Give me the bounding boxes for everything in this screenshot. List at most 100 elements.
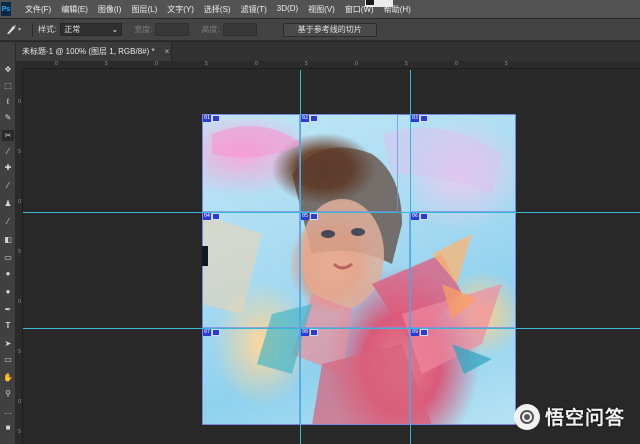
ruler-tick-label: 0 [355,61,358,67]
slice-number: 04 [203,213,212,220]
slice-image-icon [310,329,319,336]
ruler-tick-label: 5 [18,149,21,155]
eyedropper-tool-icon[interactable]: ⁄ [2,146,14,157]
slice-number: 06 [411,213,420,220]
quick-select-tool-icon[interactable]: ✎ [2,112,14,123]
slice-tag[interactable]: 03 [411,115,429,122]
document-canvas[interactable] [202,114,516,425]
menu-layer[interactable]: 图层(L) [126,4,162,15]
options-bar: ▾ 样式: 正常 ⌄ 宽度: 高度: 基于参考线的切片 [0,19,640,41]
slice-number: 09 [411,329,420,336]
photoshop-logo: Ps [1,2,11,16]
tool-preset-chevron-icon[interactable]: ▾ [18,26,21,33]
overlay-patch-dark [366,0,374,5]
menu-bar: Ps 文件(F) 编辑(E) 图像(I) 图层(L) 文字(Y) 选择(S) 滤… [0,0,640,18]
slice-image-icon [420,329,429,336]
ruler-tick-label: 5 [18,349,21,355]
style-value: 正常 [64,25,81,34]
canvas-edge-marker [202,246,208,266]
document-tab[interactable]: 未标题-1 @ 100% (图层 1, RGB/8#) * × [16,42,172,61]
blur-tool-icon[interactable]: ● [2,268,14,279]
type-tool-icon[interactable]: T [2,320,14,331]
slice-image-icon [212,329,221,336]
slice-number: 01 [203,115,212,122]
divider [32,22,34,37]
ruler-vertical: 0 5 0 5 0 5 0 5 [16,69,23,444]
menu-image[interactable]: 图像(I) [93,4,127,15]
history-brush-icon[interactable]: ⁄ [2,216,14,227]
guide-horizontal[interactable] [23,328,640,329]
slice-tag[interactable]: 06 [411,213,429,220]
ruler-tick-label: 5 [405,61,408,67]
slice-tag[interactable]: 05 [301,213,319,220]
guide-vertical[interactable] [410,70,411,444]
pen-tool-icon[interactable]: ✒ [2,304,14,315]
slices-from-guides-button[interactable]: 基于参考线的切片 [282,22,377,37]
portrait-artwork [202,126,502,425]
menu-filter[interactable]: 滤镜(T) [236,4,272,15]
style-label: 样式: [38,25,57,34]
hand-tool-icon[interactable]: ✋ [2,372,14,383]
slice-tag[interactable]: 01 [203,115,221,122]
style-select[interactable]: 正常 ⌄ [60,23,123,36]
lasso-tool-icon[interactable]: ℓ [2,96,14,107]
ruler-tick-label: 5 [505,61,508,67]
color-swatch-icon[interactable]: ■ [2,422,14,433]
ruler-tick-label: 0 [155,61,158,67]
slice-image-icon [212,115,221,122]
gradient-tool-icon[interactable]: ▭ [2,252,14,263]
main-menu: 文件(F) 编辑(E) 图像(I) 图层(L) 文字(Y) 选择(S) 滤镜(T… [20,4,416,15]
menu-3d[interactable]: 3D(D) [272,4,303,15]
eraser-tool-icon[interactable]: ◧ [2,234,14,245]
ruler-tick-label: 5 [205,61,208,67]
menu-select[interactable]: 选择(S) [199,4,236,15]
slice-number: 03 [411,115,420,122]
menu-view[interactable]: 视图(V) [303,4,340,15]
slice-tag[interactable]: 02 [301,115,319,122]
slice-number: 05 [301,213,310,220]
marquee-tool-icon[interactable]: ⬚ [2,80,14,91]
ruler-tick-label: 0 [455,61,458,67]
height-label: 高度: [201,25,220,34]
slice-image-icon [310,213,319,220]
more-tools-icon[interactable]: … [2,406,14,417]
height-field[interactable] [222,23,257,36]
ruler-tick-label: 0 [18,99,21,105]
stamp-tool-icon[interactable]: ♟ [2,198,14,209]
menu-edit[interactable]: 编辑(E) [56,4,93,15]
brush-tool-icon[interactable]: ⁄ [2,180,14,191]
ruler-tick-label: 0 [18,399,21,405]
document-tab-bar: 未标题-1 @ 100% (图层 1, RGB/8#) * × [16,42,640,61]
path-select-icon[interactable]: ➤ [2,338,14,349]
watermark-text: 悟空问答 [545,408,626,429]
slice-tag[interactable]: 04 [203,213,221,220]
menu-type[interactable]: 文字(Y) [162,4,199,15]
menu-file[interactable]: 文件(F) [20,4,56,15]
guide-horizontal[interactable] [23,212,640,213]
ruler-tick-label: 0 [18,299,21,305]
slice-number: 08 [301,329,310,336]
ruler-tick-label: 5 [305,61,308,67]
ruler-tick-label: 0 [255,61,258,67]
dodge-tool-icon[interactable]: ● [2,286,14,297]
wukong-logo-icon [514,403,540,430]
watermark: 悟空问答 [514,403,625,430]
width-label: 宽度: [134,25,153,34]
slice-number: 02 [301,115,310,122]
width-field[interactable] [155,23,190,36]
slice-tag[interactable]: 07 [203,329,221,336]
healing-tool-icon[interactable]: ✚ [2,162,14,173]
move-tool-icon[interactable]: ✥ [2,64,14,75]
slice-tool-active-icon[interactable]: ✂ [2,130,14,141]
guide-vertical[interactable] [300,70,301,444]
slice-tag[interactable]: 08 [301,329,319,336]
ruler-tick-label: 0 [18,199,21,205]
slice-image-icon [420,213,429,220]
shape-tool-icon[interactable]: ▭ [2,354,14,365]
tools-panel: ✥ ⬚ ℓ ✎ ✂ ⁄ ✚ ⁄ ♟ ⁄ ◧ ▭ ● ● ✒ T ➤ ▭ ✋ ⚲ … [0,42,16,444]
ruler-tick-label: 0 [55,61,58,67]
slice-number: 07 [203,329,212,336]
zoom-tool-icon[interactable]: ⚲ [2,388,14,399]
close-icon[interactable]: × [165,47,170,56]
slice-tag[interactable]: 09 [411,329,429,336]
